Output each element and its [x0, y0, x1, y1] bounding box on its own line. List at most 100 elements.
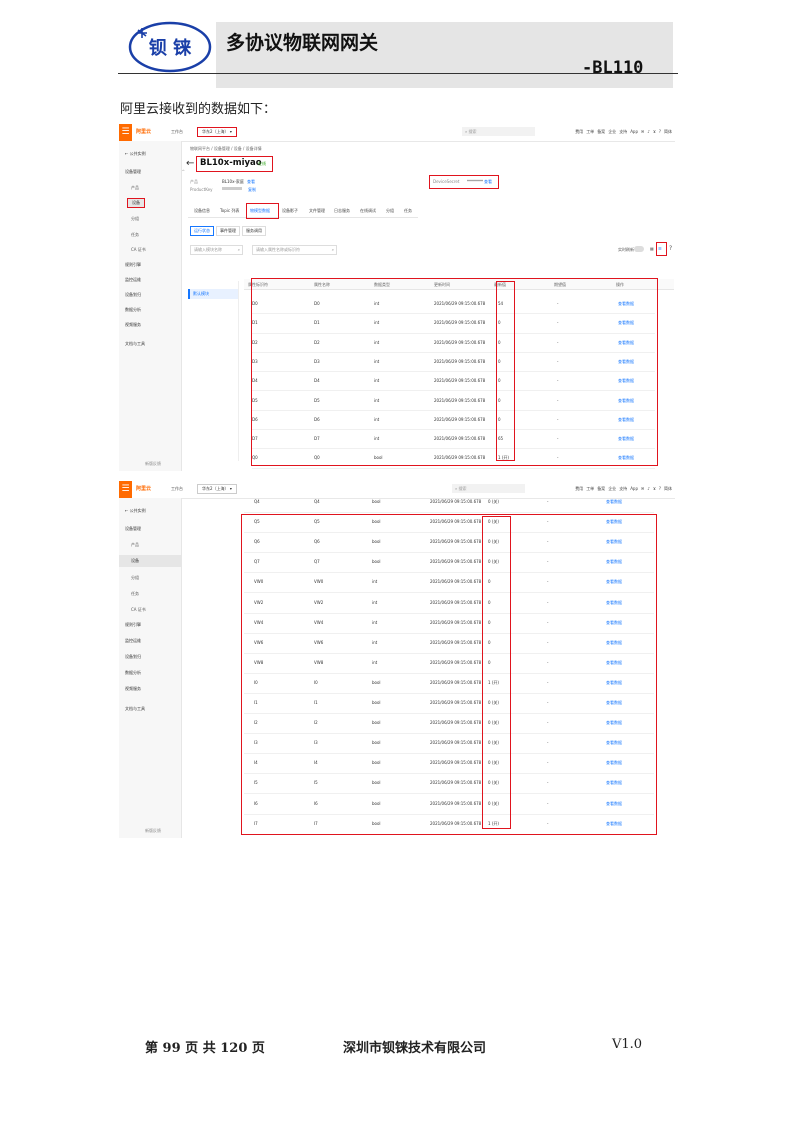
- sidebar-item-monitor[interactable]: 监控运维: [125, 277, 141, 283]
- workspace-link[interactable]: 工作台: [171, 129, 183, 135]
- brand-logo[interactable]: 阿里云: [136, 485, 151, 492]
- subtab-events[interactable]: 事件管理: [216, 226, 240, 236]
- realtime-toggle[interactable]: [634, 246, 644, 252]
- sidebar-item-group[interactable]: 分组: [131, 216, 139, 222]
- sidebar-item-device[interactable]: 设备: [119, 555, 181, 567]
- sidebar-item-analysis[interactable]: 数据分析: [125, 307, 141, 313]
- module-search-input[interactable]: 请输入模块名称 ⌕: [190, 245, 243, 255]
- company-logo: 钡 铼: [128, 21, 212, 73]
- device-detail-content: Q4 Q4 bool 2021/06/29 09:15:00.678 0 (关) - 查看数…: [182, 498, 675, 838]
- screenshot-device-detail-scrolled: ☰ 阿里云 工作台 华东2（上海） ▾ ⌕ 搜索 费用 工单 备案 企业 支持 …: [119, 481, 675, 838]
- table-row: Q1Q1bool2021/06/29 09:15:00.6780 (关)-查看数…: [252, 468, 655, 471]
- tab-device-info[interactable]: 设备信息: [194, 208, 210, 214]
- sidebar-item-product[interactable]: 产品: [131, 542, 139, 548]
- sidebar-item-video[interactable]: 视频服务: [125, 322, 141, 328]
- menu-icon[interactable]: ☰: [119, 481, 132, 498]
- card-view-icon[interactable]: ▦: [650, 246, 654, 251]
- tab-shadow[interactable]: 设备影子: [282, 208, 298, 214]
- sidebar-feedback[interactable]: 新版反馈: [145, 828, 161, 834]
- help-icon[interactable]: ?: [669, 245, 672, 252]
- latest-value-highlight: [482, 516, 511, 829]
- page-number: 第 99 页 共 120 页: [145, 1041, 265, 1056]
- sidebar-feedback[interactable]: 新版反馈: [145, 461, 161, 467]
- sidebar-item-task[interactable]: 任务: [131, 591, 139, 597]
- language-link[interactable]: 简体: [664, 129, 672, 135]
- sidebar-item-group[interactable]: 分组: [131, 575, 139, 581]
- sidebar-item-analysis[interactable]: 数据分析: [125, 670, 141, 676]
- sidebar-item-ca[interactable]: CA 证书: [131, 247, 146, 253]
- latest-value: 0 (关): [488, 499, 499, 504]
- region-selector[interactable]: 华东2（上海） ▾: [197, 127, 237, 137]
- sidebar-item-rules[interactable]: 规则引擎: [125, 622, 141, 628]
- sidebar-item-assign[interactable]: 设备划归: [125, 654, 141, 660]
- workspace-link[interactable]: 工作台: [171, 486, 183, 492]
- console-search[interactable]: ⌕ 搜索: [462, 127, 535, 136]
- top-link[interactable]: 费用: [575, 129, 583, 135]
- document-version: V1.0: [612, 1037, 643, 1052]
- console-topbar: ☰ 阿里云 工作台 华东2（上海） ▾ ⌕ 搜索 费用 工单 备案 企业 支持 …: [119, 124, 675, 142]
- tab-debug[interactable]: 在线调试: [360, 208, 376, 214]
- sidebar-back[interactable]: ← 公共实例: [125, 151, 146, 157]
- company-name: 深圳市钡铼技术有限公司: [343, 1041, 487, 1056]
- message-icon[interactable]: ✉: [641, 129, 644, 135]
- tab-task[interactable]: 任务: [404, 208, 412, 214]
- subtab-running-status[interactable]: 运行状态: [190, 226, 214, 236]
- tab-logs[interactable]: 日志服务: [334, 208, 350, 214]
- device-name: BL10x-miyao: [200, 158, 262, 168]
- property-search-input[interactable]: 请输入属性名称或标识符 ⌕: [252, 245, 337, 255]
- table-row: Q4 Q4 bool 2021/06/29 09:15:00.678 0 (关) - 查看数…: [244, 492, 654, 514]
- help-icon[interactable]: ?: [659, 486, 661, 492]
- product-view-link[interactable]: 查看: [247, 179, 255, 185]
- top-link[interactable]: 支持: [619, 129, 627, 135]
- secret-view-link[interactable]: 查看: [484, 179, 492, 185]
- back-arrow-icon[interactable]: ←: [186, 158, 194, 169]
- sidebar-item-docs[interactable]: 文档与工具: [125, 341, 145, 347]
- sidebar-item-docs[interactable]: 文档与工具: [125, 706, 145, 712]
- sidebar-item-ca[interactable]: CA 证书: [131, 607, 146, 613]
- tab-highlight: [246, 203, 279, 219]
- top-link[interactable]: 备案: [597, 129, 605, 135]
- sidebar-item-video[interactable]: 视频服务: [125, 686, 141, 692]
- view-data-link[interactable]: 查看数据: [606, 499, 622, 505]
- list-view-icon[interactable]: ☰: [658, 246, 662, 251]
- tab-topic-list[interactable]: Topic 列表: [220, 208, 239, 214]
- data-type: bool: [372, 499, 381, 504]
- header-rule: [118, 73, 678, 74]
- region-selector[interactable]: 华东2（上海） ▾: [197, 484, 237, 494]
- top-link[interactable]: 企业: [608, 129, 616, 135]
- sidebar: ← 公共实例 设备管理 ^ 产品 设备 分组 任务 CA 证书 规则引擎 监控运维…: [119, 141, 185, 471]
- detail-tabs: 设备信息 Topic 列表 物模型数据 设备影子 文件管理 日志服务 在线调试 …: [188, 206, 418, 218]
- sidebar-item-device[interactable]: 设备: [127, 198, 145, 208]
- sidebar-item-device-mgmt[interactable]: 设备管理 ^: [125, 169, 185, 175]
- language-link[interactable]: 简体: [664, 486, 672, 492]
- menu-icon[interactable]: ☰: [119, 124, 132, 141]
- top-link[interactable]: 工单: [586, 129, 594, 135]
- device-detail-content: 物联网平台 / 设备管理 / 设备 / 设备详情 ← BL10x-miyao 在…: [182, 141, 675, 471]
- productkey-masked: [222, 187, 242, 190]
- sidebar-item-task[interactable]: 任务: [131, 232, 139, 238]
- tab-files[interactable]: 文件管理: [309, 208, 325, 214]
- sidebar-item-device-mgmt[interactable]: 设备管理: [125, 526, 141, 532]
- top-link[interactable]: App: [630, 129, 638, 135]
- table-highlight: [241, 514, 657, 835]
- tab-group[interactable]: 分组: [386, 208, 394, 214]
- sidebar-item-monitor[interactable]: 监控运维: [125, 638, 141, 644]
- sidebar-item-assign[interactable]: 设备划归: [125, 292, 141, 298]
- cart-icon[interactable]: ⊻: [653, 129, 656, 135]
- document-title: 多协议物联网网关: [226, 32, 379, 54]
- intro-text: 阿里云接收到的数据如下：: [120, 102, 277, 117]
- help-icon[interactable]: ?: [659, 129, 661, 135]
- brand-logo[interactable]: 阿里云: [136, 128, 151, 135]
- sidebar-item-rules[interactable]: 规则引擎: [125, 262, 141, 268]
- subtab-services[interactable]: 服务调用: [242, 226, 266, 236]
- default-module-item[interactable]: 默认模块: [188, 289, 238, 299]
- expected-value: -: [547, 499, 549, 504]
- sidebar-back[interactable]: ← 公共实例: [125, 508, 146, 514]
- productkey-label: ProductKey: [190, 187, 213, 192]
- productkey-copy-link[interactable]: 复制: [248, 187, 256, 193]
- module-list: [188, 281, 239, 461]
- svg-text:钡 铼: 钡 铼: [149, 37, 192, 59]
- property-id: Q4: [254, 499, 260, 504]
- sidebar-item-product[interactable]: 产品: [131, 185, 139, 191]
- bell-icon[interactable]: ♪: [647, 129, 650, 135]
